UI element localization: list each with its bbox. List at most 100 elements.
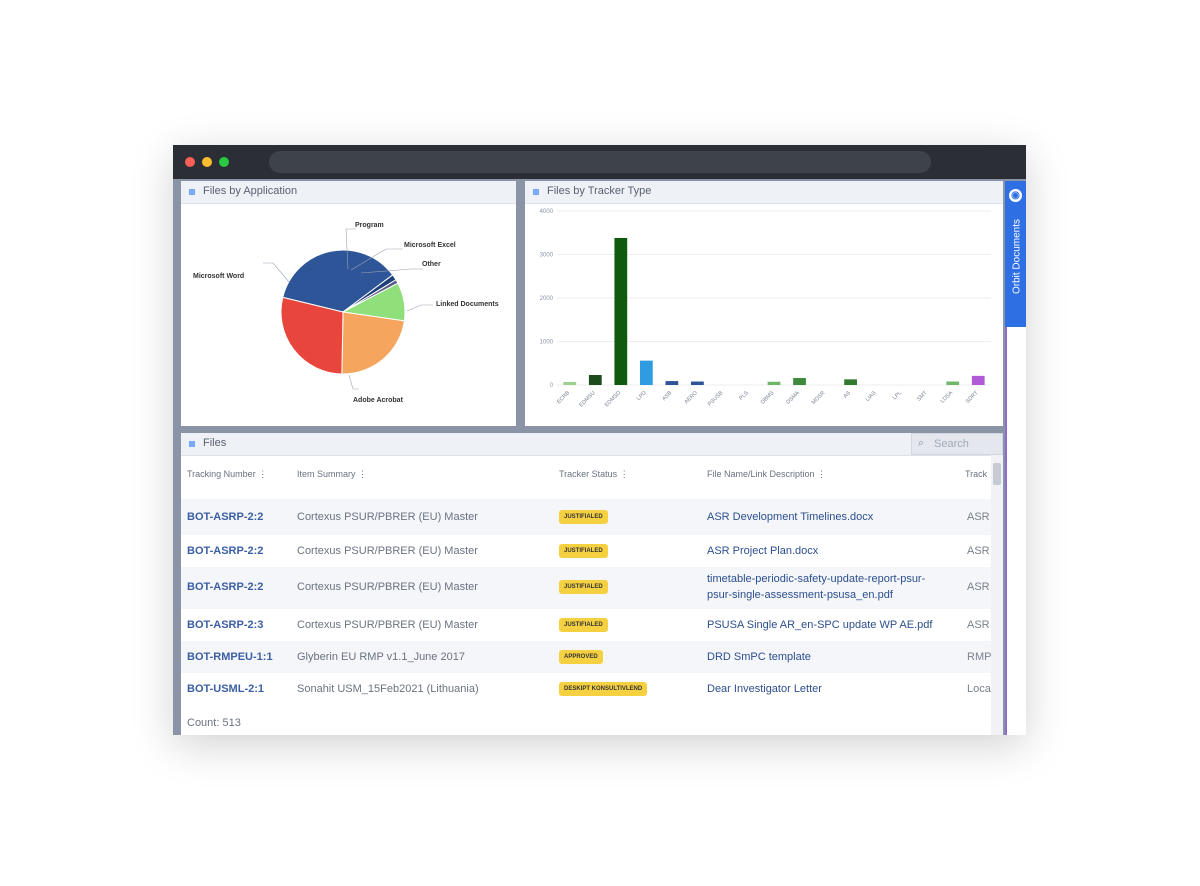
column-header-tracking-number[interactable]: Tracking Number ⋮ (187, 469, 267, 480)
search-input[interactable]: ⌕ Search (911, 433, 1003, 455)
x-tick-label: DBMS (760, 390, 776, 406)
maximize-window-button[interactable] (219, 157, 229, 167)
pie-slice-linked-documents[interactable] (341, 311, 405, 375)
column-header-file-name[interactable]: File Name/Link Description ⋮ (707, 469, 826, 480)
tracking-number-link[interactable]: BOT-ASRP-2:2 (187, 581, 263, 593)
table-row[interactable]: BOT-ASRP-2:2 Cortexus PSUR/PBRER (EU) Ma… (181, 567, 991, 609)
bar-dbms[interactable] (767, 381, 781, 385)
pie-label-linked: Linked Documents (436, 301, 499, 308)
bar-edmsu[interactable] (588, 374, 602, 385)
pie-label-excel: Microsoft Excel (404, 242, 456, 249)
bar-ecrb[interactable] (563, 381, 577, 385)
dashboard-content: Files by Application Program Microsoft E… (173, 179, 1026, 735)
y-tick-label: 2000 (540, 296, 554, 302)
pie-label-program: Program (355, 222, 384, 229)
table-row[interactable]: BOT-USML-2:1 Sonahit USM_15Feb2021 (Lith… (181, 673, 991, 705)
file-link[interactable]: timetable-periodic-safety-update-report-… (707, 571, 925, 603)
tracking-number-link[interactable]: BOT-RMPEU-1:1 (187, 651, 273, 663)
address-bar[interactable] (269, 151, 931, 173)
minimize-window-button[interactable] (202, 157, 212, 167)
table-row[interactable]: BOT-ASRP-2:3 Cortexus PSUR/PBRER (EU) Ma… (181, 609, 991, 641)
x-tick-label: SMT (916, 390, 929, 403)
file-link[interactable]: DRD SmPC template (707, 649, 811, 665)
file-link[interactable]: Dear Investigator Letter (707, 681, 822, 697)
x-tick-label: PSUSB (707, 390, 725, 408)
column-header-tracker-status[interactable]: Tracker Status ⋮ (559, 469, 629, 480)
table-row[interactable]: BOT-ASRP-2:2 Cortexus PSUR/PBRER (EU) Ma… (181, 535, 991, 567)
panel-square-icon (189, 441, 195, 447)
bar-chart: 4000 3000 2000 1000 0ECRB EDMSU EDMSD LPD ASB AER… (540, 209, 991, 408)
x-tick-label: LDSA (940, 390, 955, 405)
y-tick-label: 4000 (540, 209, 554, 215)
sidetab-track (1005, 327, 1026, 735)
track-type: RMP (967, 651, 992, 663)
bar-asb[interactable] (665, 381, 679, 385)
panel-title: Files (203, 437, 227, 449)
bar-dsma[interactable] (793, 378, 806, 385)
close-window-button[interactable] (185, 157, 195, 167)
x-tick-label: LIAS (865, 390, 878, 403)
bar-aero[interactable] (691, 381, 704, 385)
x-tick-label: AS (843, 390, 853, 400)
browser-titlebar (173, 145, 1026, 179)
x-tick-label: DSMA (785, 390, 801, 406)
bar-sdrt[interactable] (971, 375, 985, 385)
orbit-documents-tab[interactable]: ◉ Orbit Documents (1005, 181, 1026, 327)
files-by-tracker-type-panel: Files by Tracker Type 4000 3000 2000 1000 0 E… (525, 181, 1003, 426)
bar-lpd[interactable] (639, 360, 653, 385)
track-type: ASR (967, 545, 990, 557)
status-badge: JUSTIFIALED (559, 618, 608, 632)
pie-label-other: Other (422, 261, 441, 268)
tracking-number-link[interactable]: BOT-ASRP-2:2 (187, 545, 263, 557)
item-summary: Glyberin EU RMP v1.1_June 2017 (297, 651, 465, 663)
x-tick-label: ECRB (556, 390, 571, 405)
table-row[interactable]: BOT-RMPEU-1:1 Glyberin EU RMP v1.1_June … (181, 641, 991, 673)
row-count: Count: 513 (187, 717, 241, 729)
files-by-application-panel: Files by Application Program Microsoft E… (181, 181, 516, 426)
tracking-number-link[interactable]: BOT-ASRP-2:2 (187, 511, 263, 523)
bar-edmsd[interactable] (614, 237, 628, 385)
panel-header: Files by Application (181, 181, 516, 204)
status-badge: DESKIPT KONSULTIVLEND (559, 682, 648, 696)
table-scrollbar[interactable] (991, 455, 1003, 735)
status-badge: JUSTIFIALED (559, 544, 608, 558)
status-badge: JUSTIFIALED (559, 580, 608, 594)
y-tick-label: 0 (550, 383, 554, 389)
panel-square-icon (189, 189, 195, 195)
track-type: ASR (967, 619, 990, 631)
track-type: ASR (967, 581, 990, 593)
globe-icon: ◉ (1009, 189, 1022, 202)
x-tick-label: EDMSD (604, 390, 622, 408)
column-header-item-summary[interactable]: Item Summary ⋮ (297, 469, 367, 480)
panel-title: Files by Tracker Type (547, 185, 652, 197)
track-type: ASR (967, 511, 990, 523)
item-summary: Cortexus PSUR/PBRER (EU) Master (297, 581, 478, 593)
pie-chart (263, 228, 433, 390)
pie-label-acrobat: Adobe Acrobat (353, 397, 403, 404)
panel-header: Files by Tracker Type (525, 181, 1003, 204)
x-tick-label: SDRT (965, 390, 980, 405)
status-badge: JUSTIFIALED (559, 510, 608, 524)
tracking-number-link[interactable]: BOT-ASRP-2:3 (187, 619, 263, 631)
bar-ldsa[interactable] (946, 381, 960, 385)
status-badge: APPROVED (559, 650, 603, 664)
track-type: Loca (967, 683, 991, 695)
file-link[interactable]: ASR Project Plan.docx (707, 543, 818, 559)
scrollbar-thumb[interactable] (993, 463, 1001, 485)
item-summary: Cortexus PSUR/PBRER (EU) Master (297, 511, 478, 523)
sidetab-label: Orbit Documents (1011, 218, 1023, 295)
x-tick-label: EDMSU (578, 390, 596, 408)
file-link[interactable]: ASR Development Timelines.docx (707, 509, 873, 525)
bar-as[interactable] (844, 379, 857, 385)
table-row[interactable]: BOT-ASRP-2:2 Cortexus PSUR/PBRER (EU) Ma… (181, 499, 991, 535)
x-tick-label: LPD (636, 390, 648, 402)
x-tick-label: MDSR (811, 390, 827, 406)
file-link[interactable]: PSUSA Single AR_en-SPC update WP AE.pdf (707, 617, 932, 633)
column-header-track[interactable]: Track (965, 469, 987, 479)
item-summary: Sonahit USM_15Feb2021 (Lithuania) (297, 683, 479, 695)
item-summary: Cortexus PSUR/PBRER (EU) Master (297, 545, 478, 557)
x-tick-label: PLS (738, 390, 750, 402)
x-tick-label: LPL (892, 390, 903, 401)
y-tick-label: 3000 (540, 253, 554, 259)
tracking-number-link[interactable]: BOT-USML-2:1 (187, 683, 264, 695)
